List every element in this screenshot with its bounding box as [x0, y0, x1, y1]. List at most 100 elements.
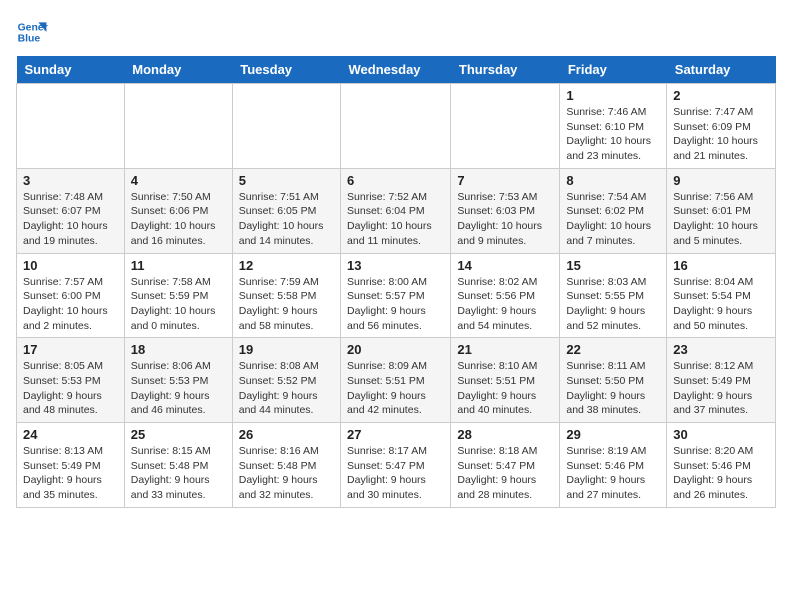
calendar-header-row: SundayMondayTuesdayWednesdayThursdayFrid… — [17, 56, 776, 84]
logo-icon: General Blue — [16, 16, 48, 48]
day-number: 30 — [673, 427, 769, 442]
day-number: 24 — [23, 427, 118, 442]
day-number: 7 — [457, 173, 553, 188]
calendar-cell — [17, 84, 125, 169]
day-number: 14 — [457, 258, 553, 273]
day-number: 28 — [457, 427, 553, 442]
day-number: 13 — [347, 258, 444, 273]
day-number: 16 — [673, 258, 769, 273]
calendar-cell: 30 Sunrise: 8:20 AM Sunset: 5:46 PM Dayli… — [667, 423, 776, 508]
calendar-cell: 15Sunrise: 8:03 AM Sunset: 5:55 PM Dayli… — [560, 253, 667, 338]
day-info: Sunrise: 8:20 AM Sunset: 5:46 PM Dayligh… — [673, 444, 769, 503]
calendar-cell: 23 Sunrise: 8:12 AM Sunset: 5:49 PM Dayli… — [667, 338, 776, 423]
day-number: 11 — [131, 258, 226, 273]
calendar-cell — [232, 84, 340, 169]
calendar-cell: 3Sunrise: 7:48 AM Sunset: 6:07 PM Daylig… — [17, 168, 125, 253]
calendar-cell: 14 Sunrise: 8:02 AM Sunset: 5:56 PM Dayli… — [451, 253, 560, 338]
day-info: Sunrise: 8:17 AM Sunset: 5:47 PM Dayligh… — [347, 444, 444, 503]
day-info: Sunrise: 7:46 AM Sunset: 6:10 PM Dayligh… — [566, 105, 660, 164]
calendar-cell: 19 Sunrise: 8:08 AM Sunset: 5:52 PM Dayli… — [232, 338, 340, 423]
calendar-cell: 20Sunrise: 8:09 AM Sunset: 5:51 PM Dayli… — [341, 338, 451, 423]
calendar-cell: 6 Sunrise: 7:52 AM Sunset: 6:04 PM Daylig… — [341, 168, 451, 253]
weekday-header: Sunday — [17, 56, 125, 84]
calendar-cell: 8 Sunrise: 7:54 AM Sunset: 6:02 PM Daylig… — [560, 168, 667, 253]
calendar-cell: 22 Sunrise: 8:11 AM Sunset: 5:50 PM Dayli… — [560, 338, 667, 423]
calendar-week-row: 17 Sunrise: 8:05 AM Sunset: 5:53 PM Dayli… — [17, 338, 776, 423]
day-info: Sunrise: 8:16 AM Sunset: 5:48 PM Dayligh… — [239, 444, 334, 503]
day-info: Sunrise: 8:10 AM Sunset: 5:51 PM Dayligh… — [457, 359, 553, 418]
day-number: 19 — [239, 342, 334, 357]
calendar-table: SundayMondayTuesdayWednesdayThursdayFrid… — [16, 56, 776, 508]
day-number: 9 — [673, 173, 769, 188]
day-number: 6 — [347, 173, 444, 188]
day-number: 5 — [239, 173, 334, 188]
calendar-cell: 1 Sunrise: 7:46 AM Sunset: 6:10 PM Daylig… — [560, 84, 667, 169]
calendar-cell: 10 Sunrise: 7:57 AM Sunset: 6:00 PM Dayli… — [17, 253, 125, 338]
calendar-cell: 2 Sunrise: 7:47 AM Sunset: 6:09 PM Daylig… — [667, 84, 776, 169]
calendar-cell: 28 Sunrise: 8:18 AM Sunset: 5:47 PM Dayli… — [451, 423, 560, 508]
day-info: Sunrise: 7:56 AM Sunset: 6:01 PM Dayligh… — [673, 190, 769, 249]
weekday-header: Wednesday — [341, 56, 451, 84]
day-info: Sunrise: 8:08 AM Sunset: 5:52 PM Dayligh… — [239, 359, 334, 418]
calendar-cell: 11 Sunrise: 7:58 AM Sunset: 5:59 PM Dayli… — [124, 253, 232, 338]
day-info: Sunrise: 7:54 AM Sunset: 6:02 PM Dayligh… — [566, 190, 660, 249]
calendar-cell: 18Sunrise: 8:06 AM Sunset: 5:53 PM Dayli… — [124, 338, 232, 423]
day-info: Sunrise: 7:53 AM Sunset: 6:03 PM Dayligh… — [457, 190, 553, 249]
day-info: Sunrise: 8:11 AM Sunset: 5:50 PM Dayligh… — [566, 359, 660, 418]
calendar-cell: 29 Sunrise: 8:19 AM Sunset: 5:46 PM Dayli… — [560, 423, 667, 508]
calendar-week-row: 1 Sunrise: 7:46 AM Sunset: 6:10 PM Daylig… — [17, 84, 776, 169]
day-number: 8 — [566, 173, 660, 188]
calendar-cell: 26 Sunrise: 8:16 AM Sunset: 5:48 PM Dayli… — [232, 423, 340, 508]
day-number: 23 — [673, 342, 769, 357]
calendar-week-row: 3Sunrise: 7:48 AM Sunset: 6:07 PM Daylig… — [17, 168, 776, 253]
day-info: Sunrise: 7:47 AM Sunset: 6:09 PM Dayligh… — [673, 105, 769, 164]
day-info: Sunrise: 7:51 AM Sunset: 6:05 PM Dayligh… — [239, 190, 334, 249]
day-info: Sunrise: 7:59 AM Sunset: 5:58 PM Dayligh… — [239, 275, 334, 334]
calendar-cell: 12 Sunrise: 7:59 AM Sunset: 5:58 PM Dayli… — [232, 253, 340, 338]
calendar-cell: 7 Sunrise: 7:53 AM Sunset: 6:03 PM Daylig… — [451, 168, 560, 253]
day-number: 25 — [131, 427, 226, 442]
day-number: 12 — [239, 258, 334, 273]
day-info: Sunrise: 7:52 AM Sunset: 6:04 PM Dayligh… — [347, 190, 444, 249]
calendar-cell: 13 Sunrise: 8:00 AM Sunset: 5:57 PM Dayli… — [341, 253, 451, 338]
day-info: Sunrise: 8:15 AM Sunset: 5:48 PM Dayligh… — [131, 444, 226, 503]
weekday-header: Friday — [560, 56, 667, 84]
calendar-cell: 5 Sunrise: 7:51 AM Sunset: 6:05 PM Daylig… — [232, 168, 340, 253]
day-info: Sunrise: 8:19 AM Sunset: 5:46 PM Dayligh… — [566, 444, 660, 503]
day-info: Sunrise: 8:00 AM Sunset: 5:57 PM Dayligh… — [347, 275, 444, 334]
calendar-cell: 21Sunrise: 8:10 AM Sunset: 5:51 PM Dayli… — [451, 338, 560, 423]
day-info: Sunrise: 8:12 AM Sunset: 5:49 PM Dayligh… — [673, 359, 769, 418]
calendar-cell: 25 Sunrise: 8:15 AM Sunset: 5:48 PM Dayli… — [124, 423, 232, 508]
day-info: Sunrise: 7:50 AM Sunset: 6:06 PM Dayligh… — [131, 190, 226, 249]
weekday-header: Thursday — [451, 56, 560, 84]
day-info: Sunrise: 8:04 AM Sunset: 5:54 PM Dayligh… — [673, 275, 769, 334]
calendar-cell — [124, 84, 232, 169]
calendar-cell: 9 Sunrise: 7:56 AM Sunset: 6:01 PM Daylig… — [667, 168, 776, 253]
day-info: Sunrise: 8:13 AM Sunset: 5:49 PM Dayligh… — [23, 444, 118, 503]
day-number: 18 — [131, 342, 226, 357]
day-number: 22 — [566, 342, 660, 357]
calendar-cell: 4Sunrise: 7:50 AM Sunset: 6:06 PM Daylig… — [124, 168, 232, 253]
day-number: 20 — [347, 342, 444, 357]
day-number: 2 — [673, 88, 769, 103]
day-number: 27 — [347, 427, 444, 442]
day-info: Sunrise: 7:58 AM Sunset: 5:59 PM Dayligh… — [131, 275, 226, 334]
weekday-header: Saturday — [667, 56, 776, 84]
day-info: Sunrise: 8:18 AM Sunset: 5:47 PM Dayligh… — [457, 444, 553, 503]
day-info: Sunrise: 8:05 AM Sunset: 5:53 PM Dayligh… — [23, 359, 118, 418]
day-info: Sunrise: 7:48 AM Sunset: 6:07 PM Dayligh… — [23, 190, 118, 249]
svg-text:Blue: Blue — [18, 34, 41, 45]
calendar-week-row: 24 Sunrise: 8:13 AM Sunset: 5:49 PM Dayli… — [17, 423, 776, 508]
calendar-cell: 27 Sunrise: 8:17 AM Sunset: 5:47 PM Dayli… — [341, 423, 451, 508]
day-number: 29 — [566, 427, 660, 442]
calendar-cell: 16 Sunrise: 8:04 AM Sunset: 5:54 PM Dayli… — [667, 253, 776, 338]
day-info: Sunrise: 7:57 AM Sunset: 6:00 PM Dayligh… — [23, 275, 118, 334]
day-number: 26 — [239, 427, 334, 442]
weekday-header: Tuesday — [232, 56, 340, 84]
day-number: 10 — [23, 258, 118, 273]
day-number: 17 — [23, 342, 118, 357]
day-number: 1 — [566, 88, 660, 103]
day-number: 15 — [566, 258, 660, 273]
weekday-header: Monday — [124, 56, 232, 84]
day-info: Sunrise: 8:02 AM Sunset: 5:56 PM Dayligh… — [457, 275, 553, 334]
